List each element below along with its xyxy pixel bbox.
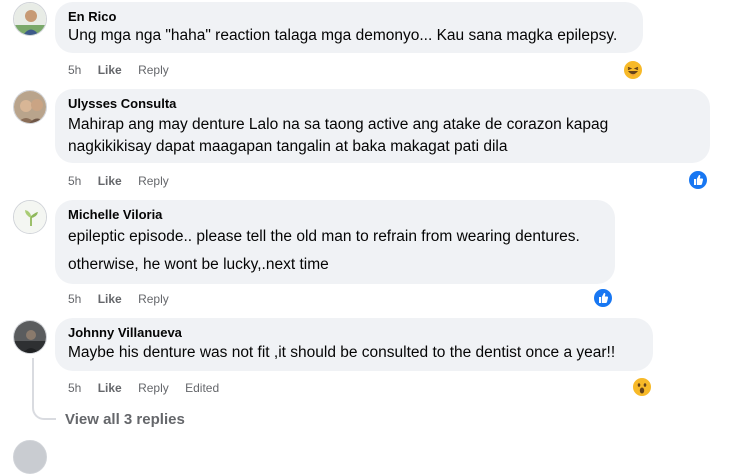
comment-author[interactable]: Ulysses Consulta — [68, 96, 697, 112]
comment-author[interactable]: En Rico — [68, 9, 630, 25]
reply-button[interactable]: Reply — [138, 173, 169, 189]
comment-time[interactable]: 5h — [68, 380, 81, 396]
avatar[interactable] — [13, 2, 47, 36]
thread-line — [32, 358, 34, 398]
comment-bubble: Michelle Viloria epileptic episode.. ple… — [55, 200, 615, 284]
comment-time[interactable]: 5h — [68, 62, 81, 78]
comment-actions: 5h Like Reply Edited — [68, 380, 232, 396]
view-all-replies-link[interactable]: View all 3 replies — [65, 411, 185, 428]
comment-text-line-2: otherwise, he wont be lucky,.next time — [68, 256, 329, 273]
comment-author[interactable]: Johnny Villanueva — [68, 325, 640, 341]
comment-time[interactable]: 5h — [68, 173, 81, 189]
like-button[interactable]: Like — [98, 380, 122, 396]
comment-text-line-2: nagkikikisay dapat maagapan tangalin at … — [68, 138, 508, 155]
comment-author[interactable]: Michelle Viloria — [68, 207, 602, 223]
avatar[interactable] — [13, 320, 47, 354]
like-reaction-icon[interactable] — [688, 170, 708, 190]
comment-actions: 5h Like Reply — [68, 173, 182, 189]
edited-label: Edited — [185, 381, 220, 395]
reply-button[interactable]: Reply — [138, 291, 169, 307]
wow-reaction-icon[interactable] — [632, 377, 652, 397]
comment-actions: 5h Like Reply — [68, 291, 182, 307]
comment-bubble: En Rico Ung mga nga "haha" reaction tala… — [55, 2, 643, 53]
like-button[interactable]: Like — [98, 291, 122, 307]
comment-bubble: Johnny Villanueva Maybe his denture was … — [55, 318, 653, 371]
comment-actions: 5h Like Reply — [68, 62, 182, 78]
like-reaction-icon[interactable] — [593, 288, 613, 308]
comment-text-line-1: Mahirap ang may denture Lalo na sa taong… — [68, 116, 609, 133]
like-button[interactable]: Like — [98, 173, 122, 189]
reply-button[interactable]: Reply — [138, 380, 169, 396]
thread-connector — [32, 396, 56, 420]
comment-bubble: Ulysses Consulta Mahirap ang may denture… — [55, 89, 710, 163]
comment-text-line-1: epileptic episode.. please tell the old … — [68, 228, 580, 245]
reply-button[interactable]: Reply — [138, 62, 169, 78]
comment-text: Maybe his denture was not fit ,it should… — [68, 344, 616, 361]
comment-text: Ung mga nga "haha" reaction talaga mga d… — [68, 27, 618, 44]
like-button[interactable]: Like — [98, 62, 122, 78]
comment-time[interactable]: 5h — [68, 291, 81, 307]
avatar[interactable] — [13, 200, 47, 234]
avatar[interactable] — [13, 90, 47, 124]
haha-reaction-icon[interactable] — [623, 60, 643, 80]
avatar[interactable] — [13, 440, 47, 474]
